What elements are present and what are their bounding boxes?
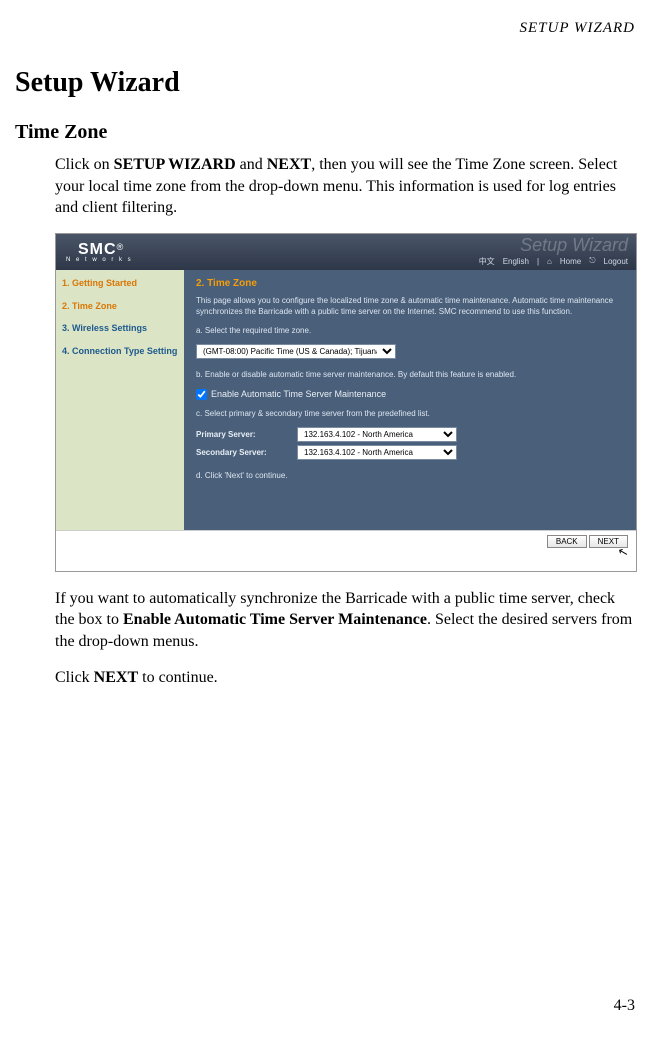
- text: Click on: [55, 156, 114, 173]
- primary-server-label: Primary Server:: [196, 430, 291, 439]
- screenshot-panel: SMC® N e t w o r k s Setup Wizard 中文 Eng…: [55, 233, 637, 572]
- paragraph-auto-sync: If you want to automatically synchronize…: [55, 588, 635, 653]
- wizard-footer: BACK NEXT ↖: [56, 530, 636, 571]
- running-head: SETUP WIZARD: [15, 20, 635, 37]
- auto-time-checkbox[interactable]: [196, 389, 207, 400]
- wizard-main-panel: 2. Time Zone This page allows you to con…: [184, 270, 636, 530]
- secondary-server-label: Secondary Server:: [196, 448, 291, 457]
- header-links: 中文 English | ⌂ Home ⎋ Logout: [479, 256, 628, 267]
- section-heading: Time Zone: [15, 121, 640, 144]
- secondary-server-select[interactable]: 132.163.4.102 - North America: [297, 445, 457, 460]
- running-head-text: SETUP WIZARD: [520, 20, 635, 36]
- step-c-label: c. Select primary & secondary time serve…: [196, 408, 624, 419]
- app-header: SMC® N e t w o r k s Setup Wizard 中文 Eng…: [56, 234, 636, 270]
- auto-time-label: Enable Automatic Time Server Maintenance: [211, 389, 386, 399]
- text: and: [236, 156, 267, 173]
- step-d-label: d. Click 'Next' to continue.: [196, 470, 624, 481]
- sidebar-item-getting-started[interactable]: 1. Getting Started: [62, 278, 178, 289]
- bold-text: NEXT: [267, 156, 311, 173]
- page-title: Setup Wizard: [15, 67, 640, 99]
- logout-link[interactable]: Logout: [604, 257, 628, 266]
- page-number: 4-3: [614, 997, 635, 1015]
- step-a-label: a. Select the required time zone.: [196, 325, 624, 336]
- lang-link-en[interactable]: English: [503, 257, 529, 266]
- header-watermark: Setup Wizard: [520, 235, 628, 256]
- bold-text: SETUP WIZARD: [114, 156, 236, 173]
- paragraph-next: Click NEXT to continue.: [55, 667, 635, 689]
- panel-title: 2. Time Zone: [196, 278, 624, 289]
- bold-text: Enable Automatic Time Server Maintenance: [123, 611, 427, 628]
- wizard-sidebar: 1. Getting Started 2. Time Zone 3. Wirel…: [56, 270, 184, 530]
- sidebar-item-wireless[interactable]: 3. Wireless Settings: [62, 323, 178, 334]
- intro-paragraph: Click on SETUP WIZARD and NEXT, then you…: [55, 154, 635, 219]
- registered-icon: ®: [117, 242, 124, 252]
- step-b-label: b. Enable or disable automatic time serv…: [196, 369, 624, 380]
- primary-server-select[interactable]: 132.163.4.102 - North America: [297, 427, 457, 442]
- lang-link-cn[interactable]: 中文: [479, 256, 495, 267]
- home-link[interactable]: Home: [560, 257, 581, 266]
- panel-description: This page allows you to configure the lo…: [196, 295, 624, 317]
- back-button[interactable]: BACK: [547, 535, 587, 548]
- logo-subtext: N e t w o r k s: [66, 257, 133, 263]
- sidebar-item-time-zone[interactable]: 2. Time Zone: [62, 301, 178, 312]
- bold-text: NEXT: [94, 669, 138, 686]
- logout-icon: ⎋: [589, 256, 595, 266]
- divider: |: [537, 257, 539, 266]
- brand-logo: SMC® N e t w o r k s: [56, 241, 133, 263]
- logo-text: SMC: [66, 241, 117, 258]
- text: to continue.: [138, 669, 218, 686]
- timezone-select[interactable]: (GMT-08:00) Pacific Time (US & Canada); …: [196, 344, 396, 359]
- text: Click: [55, 669, 94, 686]
- sidebar-item-connection-type[interactable]: 4. Connection Type Setting: [62, 346, 178, 357]
- home-icon: ⌂: [547, 257, 552, 266]
